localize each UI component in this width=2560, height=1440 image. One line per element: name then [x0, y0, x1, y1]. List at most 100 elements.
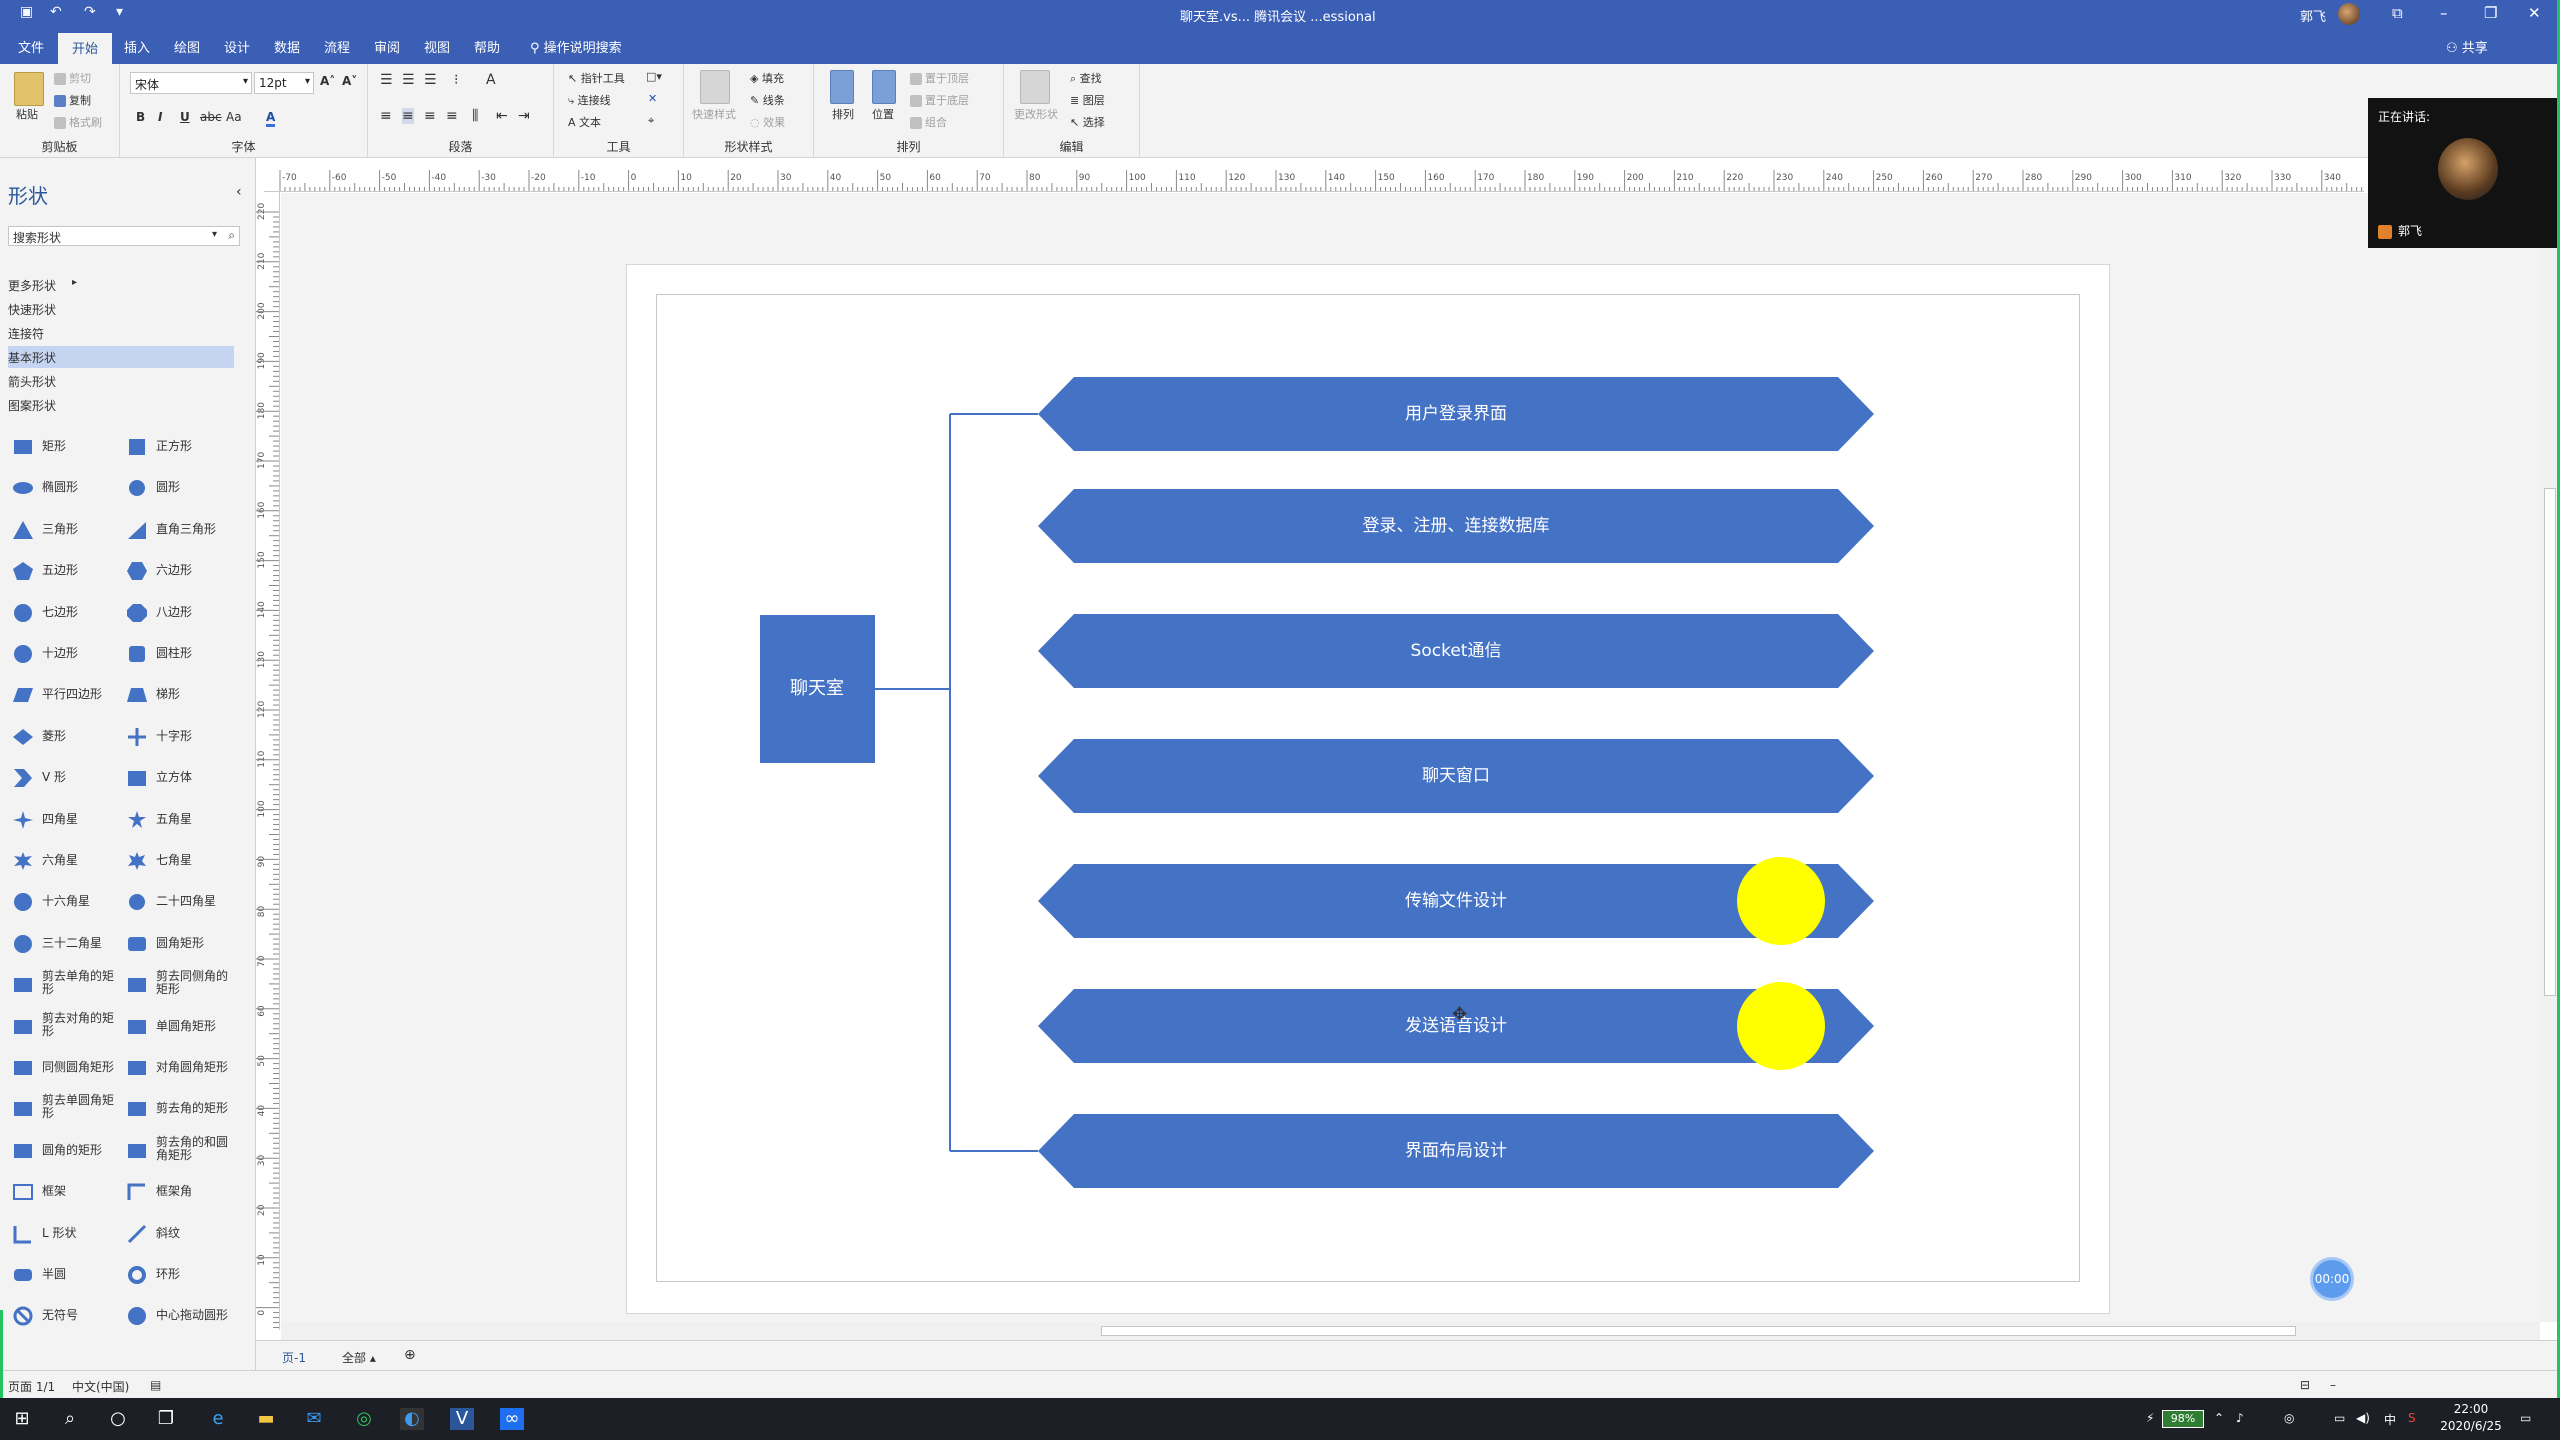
user-name[interactable]: 郭飞: [2300, 6, 2326, 25]
connection-point-icon[interactable]: ⌖: [648, 114, 654, 128]
customize-qat-icon[interactable]: ▾: [116, 4, 123, 20]
change-shape-icon[interactable]: [1020, 70, 1050, 104]
layers-button[interactable]: ≣ 图层: [1070, 92, 1105, 108]
stencil-item[interactable]: 快速形状: [8, 298, 234, 320]
grow-font-button[interactable]: A˄: [320, 74, 335, 88]
shape-stencil-item[interactable]: 三十二角星: [8, 927, 120, 961]
shape-stencil-item[interactable]: 圆角矩形: [122, 927, 234, 961]
connector-button[interactable]: ⤷ 连接线: [568, 92, 611, 108]
align-top-icon[interactable]: ☰: [380, 72, 393, 88]
quick-styles-icon[interactable]: [700, 70, 730, 104]
file-explorer-icon[interactable]: ▬: [254, 1408, 278, 1430]
clock[interactable]: 22:00 2020/6/25: [2436, 1401, 2506, 1435]
stencil-item[interactable]: 箭头形状: [8, 370, 234, 392]
send-back-button[interactable]: 置于底层: [910, 92, 969, 108]
align-middle-icon[interactable]: ☰: [402, 72, 415, 88]
shape-stencil-item[interactable]: 单圆角矩形: [122, 1010, 234, 1044]
tab-data[interactable]: 数据: [274, 37, 300, 56]
text-tool-button[interactable]: A 文本: [568, 114, 601, 130]
justify-icon[interactable]: ≡: [446, 108, 458, 124]
notification-icon[interactable]: ▭: [2520, 1411, 2531, 1425]
minimize-icon[interactable]: –: [2440, 4, 2448, 22]
network-icon[interactable]: ▭: [2334, 1411, 2345, 1425]
cortana-icon[interactable]: ○: [106, 1408, 130, 1430]
shape-stencil-item[interactable]: 框架角: [122, 1175, 234, 1209]
italic-button[interactable]: I: [158, 110, 162, 124]
shape-stencil-item[interactable]: 中心拖动圆形: [122, 1299, 234, 1333]
tell-me-search[interactable]: ⚲ 操作说明搜索: [530, 37, 622, 56]
shape-stencil-item[interactable]: V 形: [8, 761, 120, 795]
stencil-item[interactable]: 基本形状: [8, 346, 234, 368]
align-center-icon[interactable]: ≡: [402, 108, 414, 124]
align-bottom-icon[interactable]: ☰: [424, 72, 437, 88]
group-button[interactable]: 组合: [910, 114, 947, 130]
shape-stencil-item[interactable]: 剪去单圆角矩形: [8, 1092, 120, 1126]
position-icon[interactable]: [872, 70, 896, 104]
shape-search-input[interactable]: 搜索形状 ▾ ⌕: [8, 226, 240, 246]
shape-stencil-item[interactable]: 直角三角形: [122, 513, 234, 547]
align-icon[interactable]: [830, 70, 854, 104]
avatar[interactable]: [2338, 3, 2360, 25]
increase-indent-icon[interactable]: ⇥: [518, 108, 530, 124]
tab-design[interactable]: 设计: [224, 37, 250, 56]
shape-stencil-item[interactable]: 剪去单角的矩形: [8, 968, 120, 1002]
shape-stencil-item[interactable]: 二十四角星: [122, 885, 234, 919]
shape-stencil-item[interactable]: 七边形: [8, 596, 120, 630]
volume-icon[interactable]: ◀): [2356, 1411, 2370, 1425]
tab-review[interactable]: 审阅: [374, 37, 400, 56]
shape-stencil-item[interactable]: 无符号: [8, 1299, 120, 1333]
scroll-thumb[interactable]: [2544, 488, 2556, 996]
shape-stencil-item[interactable]: 斜纹: [122, 1217, 234, 1251]
format-painter-button[interactable]: 格式刷: [54, 114, 102, 130]
tab-file[interactable]: 文件: [18, 37, 44, 56]
shape-stencil-item[interactable]: 正方形: [122, 430, 234, 464]
font-name-select[interactable]: 宋体 ▾: [130, 72, 252, 94]
delete-connector-icon[interactable]: ✕: [648, 92, 657, 105]
meeting-timer[interactable]: 00:00: [2310, 1257, 2354, 1301]
chevron-down-icon[interactable]: ▾: [212, 229, 217, 240]
sogou-icon[interactable]: S: [2408, 1411, 2416, 1425]
tab-view[interactable]: 视图: [424, 37, 450, 56]
all-pages-button[interactable]: 全部 ▴: [342, 1349, 376, 1366]
tab-process[interactable]: 流程: [324, 37, 350, 56]
shape-stencil-item[interactable]: 圆形: [122, 471, 234, 505]
cut-button[interactable]: 剪切: [54, 70, 91, 86]
pointer-tool-button[interactable]: ↖ 指针工具: [568, 70, 625, 86]
visio-icon[interactable]: V: [450, 1408, 474, 1430]
shape-stencil-item[interactable]: 菱形: [8, 720, 120, 754]
meeting-speaker-panel[interactable]: 正在讲话: 郭飞: [2368, 98, 2560, 248]
page-tab[interactable]: 页-1: [282, 1349, 306, 1366]
page-info[interactable]: 页面 1/1: [8, 1378, 55, 1395]
shape-stencil-item[interactable]: 梯形: [122, 678, 234, 712]
wechat-icon[interactable]: ◎: [352, 1408, 376, 1430]
scroll-thumb[interactable]: [1101, 1326, 2296, 1336]
search-icon[interactable]: ⌕: [58, 1408, 82, 1430]
text-direction-icon[interactable]: A: [486, 72, 496, 88]
shape-stencil-item[interactable]: 十边形: [8, 637, 120, 671]
shrink-font-button[interactable]: A˅: [342, 74, 357, 88]
close-icon[interactable]: ✕: [2528, 4, 2541, 22]
macro-icon[interactable]: ▤: [150, 1378, 161, 1392]
stencil-item[interactable]: 图案形状: [8, 394, 234, 416]
mail-icon[interactable]: ✉: [302, 1408, 326, 1430]
mic-icon[interactable]: ♪: [2236, 1411, 2244, 1425]
shape-stencil-item[interactable]: 对角圆角矩形: [122, 1051, 234, 1085]
windows-start-icon[interactable]: ⊞: [10, 1408, 34, 1430]
shape-stencil-item[interactable]: 五角星: [122, 803, 234, 837]
paste-icon[interactable]: [14, 72, 44, 106]
find-button[interactable]: ⌕ 查找: [1070, 70, 1102, 86]
shape-stencil-item[interactable]: 六边形: [122, 554, 234, 588]
shape-stencil-item[interactable]: 立方体: [122, 761, 234, 795]
change-shape-button[interactable]: 更改形状: [1014, 106, 1058, 122]
task-view-icon[interactable]: ❐: [154, 1408, 178, 1430]
shape-stencil-item[interactable]: L 形状: [8, 1217, 120, 1251]
shape-stencil-item[interactable]: 十字形: [122, 720, 234, 754]
share-button[interactable]: ⚇ 共享: [2446, 37, 2488, 56]
tab-draw[interactable]: 绘图: [174, 37, 200, 56]
power-icon[interactable]: ⚡: [2146, 1411, 2154, 1425]
chevron-right-icon[interactable]: ▸: [72, 277, 77, 288]
bold-button[interactable]: B: [136, 110, 145, 124]
shape-stencil-item[interactable]: 七角星: [122, 844, 234, 878]
align-right-icon[interactable]: ≡: [424, 108, 436, 124]
shape-stencil-item[interactable]: 椭圆形: [8, 471, 120, 505]
